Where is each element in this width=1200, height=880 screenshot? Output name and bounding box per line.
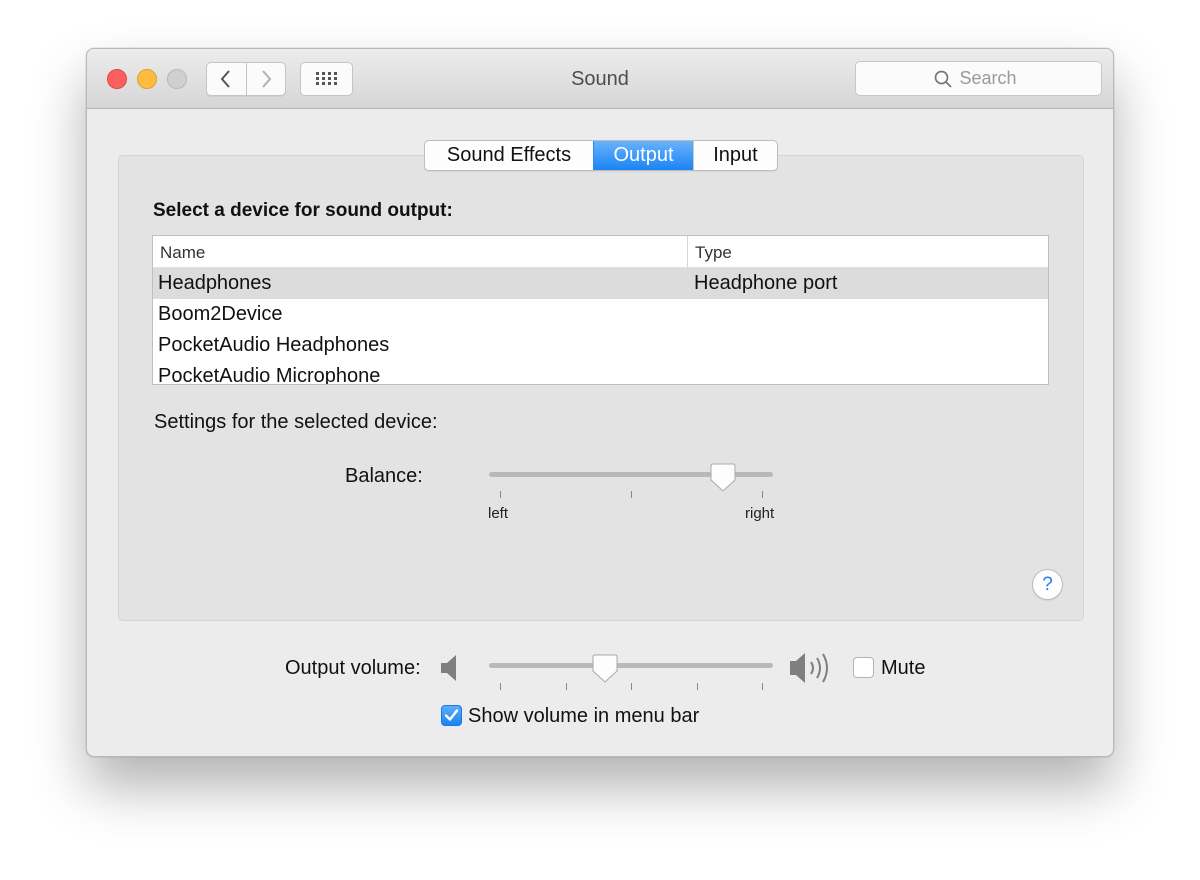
checkmark-icon [444,709,459,721]
balance-tick [500,491,501,498]
table-row[interactable]: Boom2Device [153,299,1048,330]
column-header-type[interactable]: Type [688,236,732,267]
output-device-heading: Select a device for sound output: [153,200,453,221]
tab-input[interactable]: Input [693,141,777,170]
balance-tick [631,491,632,498]
tab-bar: Sound Effects Output Input [424,140,778,171]
show-volume-in-menu-bar-checkbox[interactable] [441,705,462,726]
mute-label: Mute [881,657,926,679]
sound-preferences-window: Sound Sound Effects Output Input Select … [86,48,1114,757]
device-name: PocketAudio Headphones [158,334,390,356]
table-row[interactable]: PocketAudio Microphone [153,361,1048,385]
output-device-table[interactable]: Name Type Headphones Headphone port Boom… [152,235,1049,385]
search-field[interactable] [855,61,1102,96]
balance-right-label: right [745,505,775,522]
device-name: PocketAudio Microphone [158,365,381,385]
device-name: Headphones [158,272,272,294]
help-button[interactable]: ? [1032,569,1063,600]
balance-tick [762,491,763,498]
search-icon [934,70,952,88]
device-type [688,330,694,361]
balance-slider-thumb[interactable] [710,463,736,493]
tab-output[interactable]: Output [593,141,693,170]
balance-left-label: left [488,505,509,522]
speaker-low-icon [441,655,456,681]
table-row[interactable]: Headphones Headphone port [153,268,1048,299]
volume-tick [500,683,501,690]
speaker-high-icon [790,653,828,683]
table-header: Name Type [153,236,1048,268]
tab-sound-effects[interactable]: Sound Effects [425,141,593,170]
show-volume-in-menu-bar-label: Show volume in menu bar [468,705,700,727]
volume-tick [762,683,763,690]
mute-checkbox[interactable] [853,657,874,678]
volume-tick [631,683,632,690]
volume-tick [566,683,567,690]
output-panel [118,155,1084,621]
device-name: Boom2Device [158,303,283,325]
titlebar: Sound [87,49,1113,109]
volume-slider-thumb[interactable] [592,654,618,684]
output-volume-label: Output volume: [285,657,421,679]
device-type [688,299,694,330]
device-type [688,361,694,384]
table-row[interactable]: PocketAudio Headphones [153,330,1048,361]
volume-tick [697,683,698,690]
search-input[interactable] [959,68,1024,89]
device-type: Headphone port [694,272,838,294]
column-header-name[interactable]: Name [153,236,688,267]
volume-slider-track[interactable] [489,663,773,668]
device-settings-label: Settings for the selected device: [154,411,438,433]
balance-label: Balance: [345,465,423,487]
help-icon: ? [1042,574,1053,595]
